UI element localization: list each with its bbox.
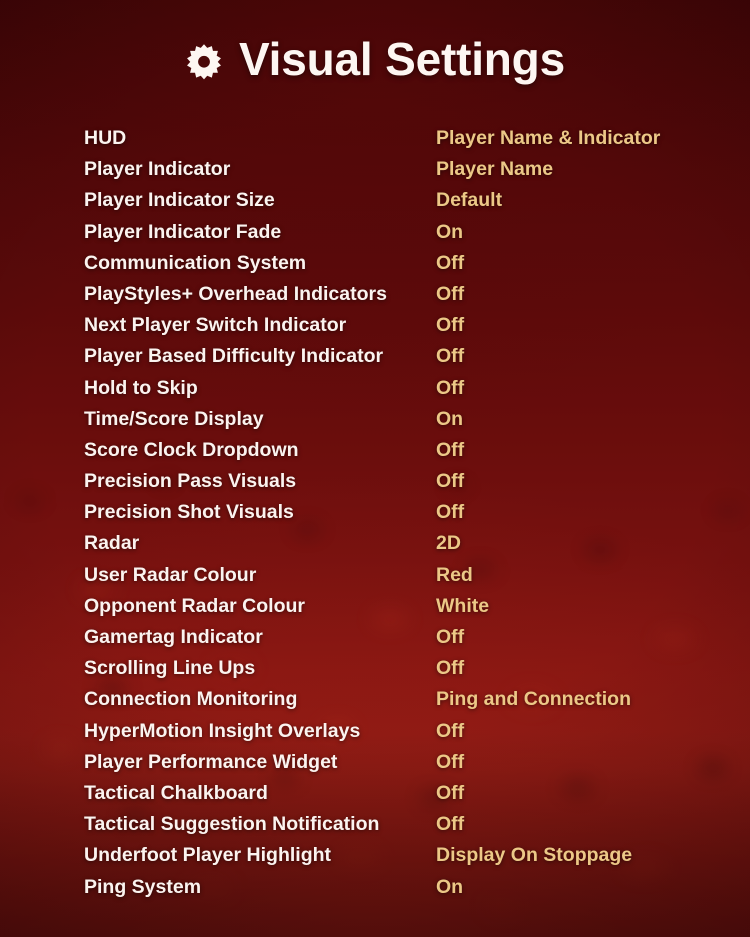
setting-row[interactable]: Player Performance Widget Off bbox=[84, 751, 730, 782]
setting-value[interactable]: Off bbox=[436, 501, 464, 524]
setting-row[interactable]: Radar 2D bbox=[84, 532, 730, 563]
setting-label: User Radar Colour bbox=[84, 563, 257, 586]
setting-label: Time/Score Display bbox=[84, 407, 264, 430]
setting-label: Tactical Chalkboard bbox=[84, 781, 268, 804]
setting-label: Player Indicator Fade bbox=[84, 220, 282, 243]
setting-value[interactable]: Off bbox=[436, 751, 464, 774]
setting-row[interactable]: Next Player Switch Indicator Off bbox=[84, 314, 730, 345]
setting-row[interactable]: Score Clock Dropdown Off bbox=[84, 439, 730, 470]
setting-label: Ping System bbox=[84, 875, 202, 898]
setting-row[interactable]: Gamertag Indicator Off bbox=[84, 626, 730, 657]
setting-label: HyperMotion Insight Overlays bbox=[84, 719, 361, 742]
setting-row[interactable]: Time/Score Display On bbox=[84, 408, 730, 439]
setting-label: Underfoot Player Highlight bbox=[84, 844, 332, 867]
setting-value[interactable]: On bbox=[436, 221, 463, 244]
setting-value[interactable]: On bbox=[436, 408, 463, 431]
setting-row[interactable]: Ping System On bbox=[84, 876, 730, 907]
setting-value[interactable]: Off bbox=[436, 439, 464, 462]
setting-row[interactable]: Player Indicator Player Name bbox=[84, 158, 730, 189]
setting-row[interactable]: Communication System Off bbox=[84, 252, 730, 283]
setting-label: Score Clock Dropdown bbox=[84, 438, 299, 461]
setting-row[interactable]: Precision Shot Visuals Off bbox=[84, 501, 730, 532]
page-header: Visual Settings bbox=[0, 0, 750, 90]
setting-value[interactable]: Default bbox=[436, 189, 502, 212]
setting-row[interactable]: Hold to Skip Off bbox=[84, 377, 730, 408]
setting-label: Player Indicator bbox=[84, 158, 231, 181]
setting-label: Precision Pass Visuals bbox=[84, 470, 297, 493]
setting-value[interactable]: Off bbox=[436, 657, 464, 680]
setting-label: Scrolling Line Ups bbox=[84, 657, 256, 680]
setting-label: PlayStyles+ Overhead Indicators bbox=[84, 282, 387, 305]
setting-row[interactable]: User Radar Colour Red bbox=[84, 564, 730, 595]
setting-row[interactable]: Precision Pass Visuals Off bbox=[84, 470, 730, 501]
setting-row[interactable]: PlayStyles+ Overhead Indicators Off bbox=[84, 283, 730, 314]
setting-value[interactable]: Display On Stoppage bbox=[436, 844, 632, 867]
setting-row[interactable]: Underfoot Player Highlight Display On Sto… bbox=[84, 844, 730, 875]
setting-label: Next Player Switch Indicator bbox=[84, 314, 347, 337]
setting-label: Connection Monitoring bbox=[84, 688, 298, 711]
setting-value[interactable]: Off bbox=[436, 283, 464, 306]
setting-row[interactable]: Tactical Suggestion Notification Off bbox=[84, 813, 730, 844]
setting-value[interactable]: Off bbox=[436, 345, 464, 368]
setting-value[interactable]: Player Name bbox=[436, 158, 553, 181]
settings-list: HUD Player Name & Indicator Player Indicat… bbox=[0, 127, 750, 907]
setting-label: Opponent Radar Colour bbox=[84, 594, 305, 617]
setting-row[interactable]: HUD Player Name & Indicator bbox=[84, 127, 730, 158]
setting-row[interactable]: Player Indicator Size Default bbox=[84, 189, 730, 220]
setting-value[interactable]: Player Name & Indicator bbox=[436, 127, 660, 150]
setting-label: Player Based Difficulty Indicator bbox=[84, 345, 384, 368]
setting-row[interactable]: Opponent Radar Colour White bbox=[84, 595, 730, 626]
setting-label: HUD bbox=[84, 127, 127, 149]
setting-label: Gamertag Indicator bbox=[84, 626, 263, 648]
setting-label: Hold to Skip bbox=[84, 376, 198, 399]
visual-settings-screen: Visual Settings HUD Player Name & Indicat… bbox=[0, 0, 750, 937]
setting-value[interactable]: Off bbox=[436, 314, 464, 337]
setting-label: Radar bbox=[84, 532, 140, 555]
setting-value[interactable]: Ping and Connection bbox=[436, 688, 631, 711]
setting-label: Player Indicator Size bbox=[84, 189, 275, 212]
setting-row[interactable]: HyperMotion Insight Overlays Off bbox=[84, 720, 730, 751]
setting-label: Tactical Suggestion Notification bbox=[84, 813, 380, 836]
setting-row[interactable]: Player Indicator Fade On bbox=[84, 221, 730, 252]
setting-row[interactable]: Tactical Chalkboard Off bbox=[84, 782, 730, 813]
page-title: Visual Settings bbox=[239, 33, 565, 85]
setting-row[interactable]: Player Based Difficulty Indicator Off bbox=[84, 345, 730, 376]
setting-value[interactable]: On bbox=[436, 876, 463, 899]
setting-value[interactable]: Red bbox=[436, 564, 473, 587]
setting-label: Precision Shot Visuals bbox=[84, 501, 294, 524]
setting-value[interactable]: Off bbox=[436, 626, 464, 649]
setting-value[interactable]: White bbox=[436, 595, 489, 618]
setting-value[interactable]: Off bbox=[436, 252, 464, 275]
setting-row[interactable]: Scrolling Line Ups Off bbox=[84, 657, 730, 688]
setting-label: Communication System bbox=[84, 251, 307, 274]
setting-value[interactable]: Off bbox=[436, 470, 464, 493]
setting-row[interactable]: Connection Monitoring Ping and Connection bbox=[84, 688, 730, 719]
setting-value[interactable]: Off bbox=[436, 377, 464, 400]
setting-value[interactable]: 2D bbox=[436, 532, 461, 555]
setting-value[interactable]: Off bbox=[436, 720, 464, 743]
setting-label: Player Performance Widget bbox=[84, 750, 338, 773]
setting-value[interactable]: Off bbox=[436, 782, 464, 805]
gear-icon bbox=[185, 42, 223, 80]
setting-value[interactable]: Off bbox=[436, 813, 464, 836]
